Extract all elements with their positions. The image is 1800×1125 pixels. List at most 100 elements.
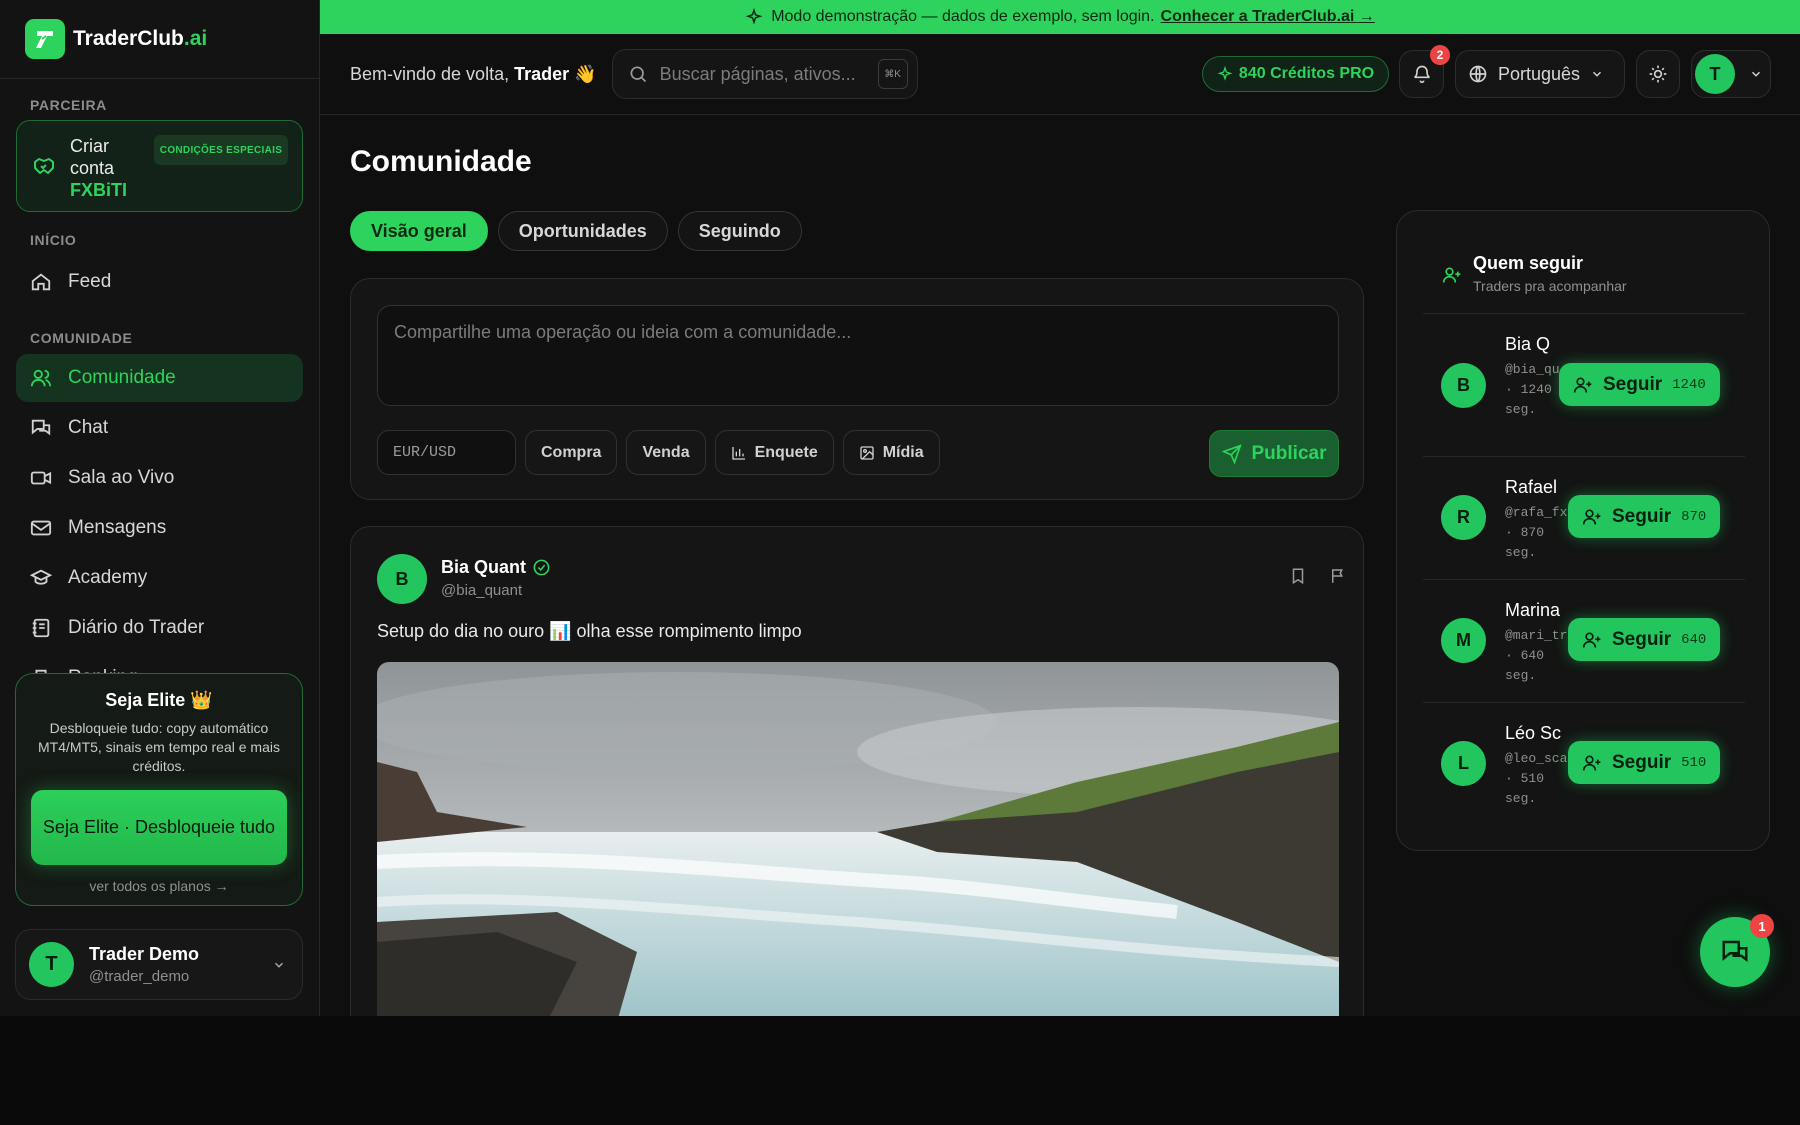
post-composer: Compra Venda Enquete Mídia Publicar xyxy=(350,278,1364,500)
follow-title: Quem seguir xyxy=(1473,253,1584,273)
chevron-down-icon xyxy=(1590,67,1604,81)
elite-title: Seja Elite 👑 xyxy=(105,690,213,710)
user-handle: @trader_demo xyxy=(89,968,190,985)
follow-meta: @rafa_fx · 870 seg. xyxy=(1505,505,1567,560)
composer-options: Compra Venda Enquete Mídia xyxy=(377,430,940,475)
app-name: TraderClub.ai xyxy=(73,27,208,50)
notebook-icon xyxy=(30,617,52,639)
asset-pair-input[interactable] xyxy=(377,430,516,475)
avatar[interactable]: B xyxy=(1441,363,1486,408)
follow-button[interactable]: Seguir 1240 xyxy=(1559,363,1720,406)
chat-fab-button[interactable]: 1 xyxy=(1700,914,1774,987)
sidebar-item-comunidade[interactable]: Comunidade xyxy=(16,354,303,402)
avatar[interactable]: M xyxy=(1441,618,1486,663)
demo-banner: Modo demonstração — dados de exemplo, se… xyxy=(320,0,1800,34)
post-handle: @bia_quant xyxy=(441,582,523,599)
video-icon xyxy=(30,467,52,489)
search-icon xyxy=(628,64,648,84)
follow-name[interactable]: Léo Sc xyxy=(1505,723,1565,744)
sidebar-item-diario[interactable]: Diário do Trader xyxy=(16,604,303,652)
notifications-button[interactable]: 2 xyxy=(1399,45,1450,98)
sidebar-item-mensagens[interactable]: Mensagens xyxy=(16,504,303,552)
follow-name[interactable]: Bia Q xyxy=(1505,334,1565,355)
follow-button[interactable]: Seguir 510 xyxy=(1568,741,1721,784)
top-header: Bem-vindo de volta, Trader 👋 ⌘K 840 Créd… xyxy=(320,34,1800,115)
account-menu[interactable]: T xyxy=(1691,50,1771,98)
user-plus-icon xyxy=(1582,630,1602,650)
search-shortcut: ⌘K xyxy=(877,59,908,89)
avatar[interactable]: R xyxy=(1441,495,1486,540)
search-box[interactable]: ⌘K xyxy=(611,49,918,99)
chat-badge: 1 xyxy=(1750,914,1774,938)
see-plans-link[interactable]: ver todos os planos → xyxy=(16,878,302,894)
who-to-follow-panel: Quem seguir Traders pra acompanhar B Bia… xyxy=(1396,210,1770,851)
logo[interactable]: TraderClub.ai xyxy=(0,0,319,79)
publish-button[interactable]: Publicar xyxy=(1209,430,1339,477)
bookmark-icon[interactable] xyxy=(1289,567,1307,585)
tab-visao-geral[interactable]: Visão geral xyxy=(350,211,488,251)
avatar[interactable]: B xyxy=(377,554,427,604)
users-icon xyxy=(30,367,52,389)
user-menu[interactable]: T Trader Demo @trader_demo xyxy=(15,929,303,1000)
credits-badge[interactable]: 840 Créditos PRO xyxy=(1202,56,1389,92)
sidebar-nav: Comunidade Chat Sala ao Vivo Mensagens A… xyxy=(0,354,319,684)
partner-text: Criar conta FXBiTI xyxy=(70,136,127,200)
bar-chart-icon xyxy=(731,445,747,461)
media-button[interactable]: Mídia xyxy=(842,430,940,475)
follow-header: Quem seguir Traders pra acompanhar xyxy=(1473,253,1627,294)
avatar: T xyxy=(1695,54,1735,94)
home-icon xyxy=(30,271,52,293)
post-textarea[interactable] xyxy=(377,305,1339,406)
empty-area xyxy=(0,1016,1800,1125)
post-image[interactable] xyxy=(377,662,1339,1016)
section-label-community: COMUNIDADE xyxy=(30,330,133,346)
follow-name[interactable]: Rafael xyxy=(1505,477,1565,498)
language-select[interactable]: Português xyxy=(1455,50,1625,98)
banner-text: Modo demonstração — dados de exemplo, se… xyxy=(771,8,1155,25)
graduation-cap-icon xyxy=(30,567,52,589)
banner-link[interactable]: Conhecer a TraderClub.ai → xyxy=(1161,8,1375,26)
follow-name[interactable]: Marina xyxy=(1505,600,1565,621)
section-label-start: INÍCIO xyxy=(30,232,77,248)
sell-button[interactable]: Venda xyxy=(626,430,706,475)
sidebar-item-feed[interactable]: Feed xyxy=(16,258,303,306)
theme-toggle-button[interactable] xyxy=(1636,50,1680,98)
follow-item: R Rafael @rafa_fx · 870 seg. Seguir 870 xyxy=(1423,456,1745,579)
user-plus-icon xyxy=(1582,507,1602,527)
avatar[interactable]: L xyxy=(1441,741,1486,786)
mail-icon xyxy=(30,517,52,539)
chat-icon xyxy=(30,417,52,439)
app-window: TraderClub.ai PARCEIRA Criar conta FXBiT… xyxy=(0,0,1800,1016)
flag-icon[interactable] xyxy=(1329,567,1347,585)
follow-meta: @bia_qu · 1240 seg. xyxy=(1505,362,1560,417)
follow-meta: @leo_sca · 510 seg. xyxy=(1505,751,1567,806)
sidebar-item-sala-ao-vivo[interactable]: Sala ao Vivo xyxy=(16,454,303,502)
partner-badge: CONDIÇÕES ESPECIAIS xyxy=(154,135,288,165)
follow-button[interactable]: Seguir 870 xyxy=(1568,495,1721,538)
elite-upgrade-button[interactable]: Seja Elite · Desbloqueie tudo xyxy=(31,790,287,865)
sidebar: TraderClub.ai PARCEIRA Criar conta FXBiT… xyxy=(0,0,320,1016)
post-text: Setup do dia no ouro 📊 olha esse rompime… xyxy=(377,621,802,641)
user-plus-icon xyxy=(1573,375,1593,395)
follow-item: L Léo Sc @leo_sca · 510 seg. Seguir 510 xyxy=(1423,702,1745,825)
search-input[interactable] xyxy=(659,63,870,85)
sparkles-icon xyxy=(745,8,763,26)
verified-icon xyxy=(532,558,551,577)
sidebar-item-label: Sala ao Vivo xyxy=(68,467,175,488)
sidebar-item-chat[interactable]: Chat xyxy=(16,404,303,452)
sidebar-item-academy[interactable]: Academy xyxy=(16,554,303,602)
post-author[interactable]: Bia Quant xyxy=(441,557,551,578)
sidebar-item-label: Chat xyxy=(68,417,109,438)
sidebar-item-label: Mensagens xyxy=(68,517,167,538)
tab-oportunidades[interactable]: Oportunidades xyxy=(497,211,668,251)
buy-button[interactable]: Compra xyxy=(525,430,618,475)
follow-item: B Bia Q @bia_qu · 1240 seg. Seguir 1240 xyxy=(1423,313,1745,456)
tab-seguindo[interactable]: Seguindo xyxy=(677,211,802,251)
follow-button[interactable]: Seguir 640 xyxy=(1568,618,1721,661)
notification-count: 2 xyxy=(1430,45,1450,65)
chevron-down-icon xyxy=(272,958,286,977)
poll-button[interactable]: Enquete xyxy=(714,430,834,475)
sun-icon xyxy=(1648,64,1668,84)
partner-card[interactable]: Criar conta FXBiTI CONDIÇÕES ESPECIAIS xyxy=(16,120,303,212)
elite-card: Seja Elite 👑 Desbloqueie tudo: copy auto… xyxy=(15,673,303,906)
